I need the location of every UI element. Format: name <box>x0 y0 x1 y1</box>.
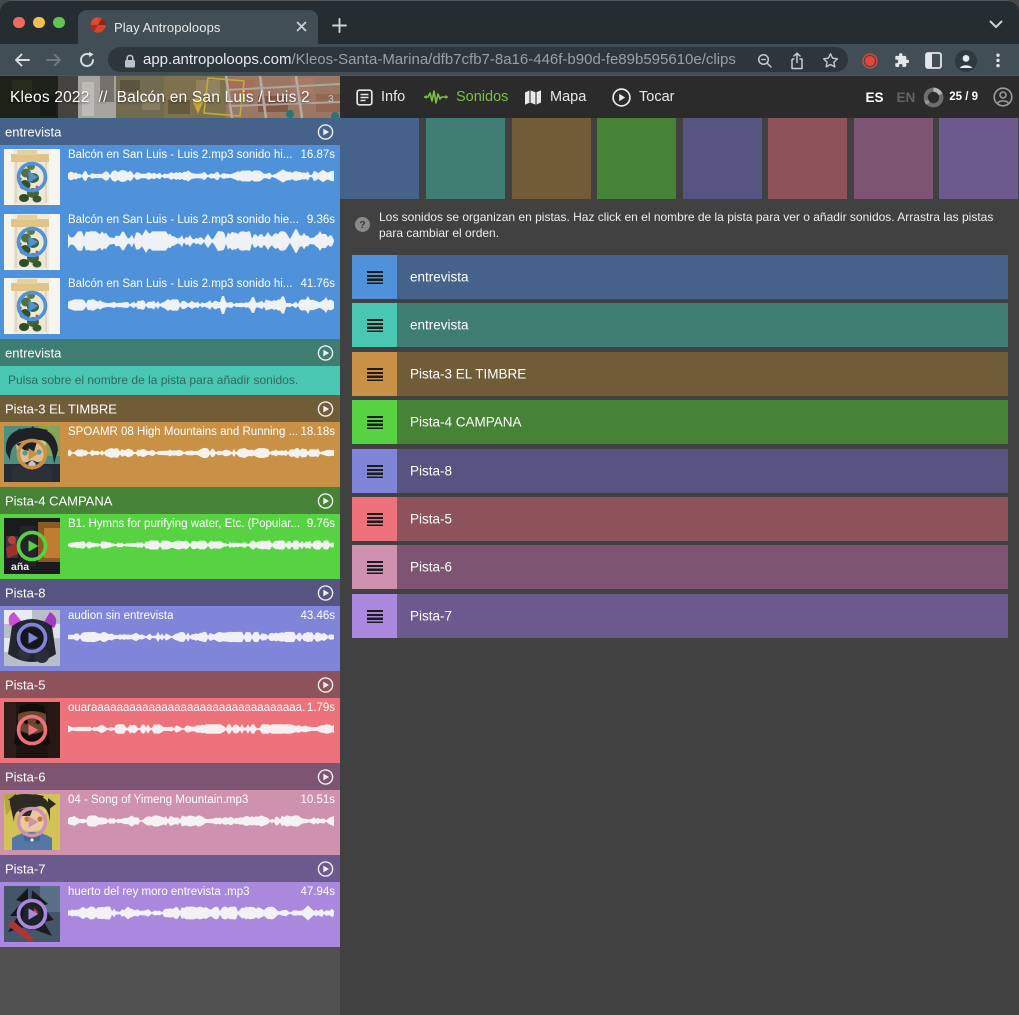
svg-text:aña: aña <box>11 561 29 573</box>
svg-text:?: ? <box>359 219 365 231</box>
